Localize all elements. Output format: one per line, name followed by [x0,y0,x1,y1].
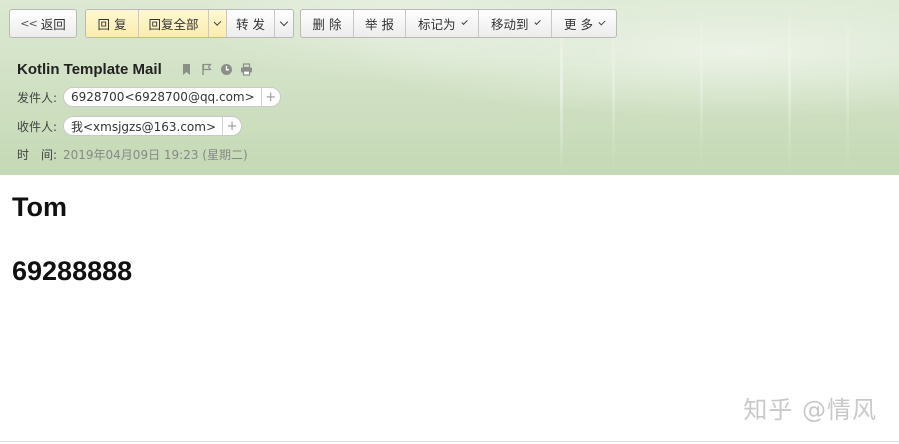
flag-icon[interactable] [200,63,213,76]
double-left-arrow-icon: << [20,17,37,30]
mail-toolbar: << 返回 回 复 回复全部 转 发 删 除 举 报 标记为 移动到 更 多 [9,9,623,38]
sender-address[interactable]: 6928700<6928700@qq.com> [64,90,261,104]
add-contact-icon[interactable]: + [222,117,241,135]
report-label: 举 报 [365,17,394,32]
add-contact-icon[interactable]: + [260,88,280,106]
more-label: 更 多 [564,17,593,32]
header-decoration [700,0,703,175]
actions-group: 删 除 举 报 标记为 移动到 更 多 [300,9,617,38]
recipient-address[interactable]: 我<xmsjgzs@163.com> [64,118,222,135]
forward-label: 转 发 [236,17,265,32]
time-value: 2019年04月09日 19:23 (星期二) [63,147,248,162]
reply-options-dropdown[interactable] [209,10,227,37]
sender-row: 发件人: 6928700<6928700@qq.com> + [17,86,281,108]
chevron-down-icon [533,18,541,25]
mark-as-dropdown[interactable]: 标记为 [406,10,479,37]
forward-button[interactable]: 转 发 [227,10,275,37]
header-decoration [846,0,849,175]
bookmark-icon[interactable] [180,63,193,76]
header-decoration [788,0,791,175]
watermark: 知乎 @情风 [743,396,877,424]
reply-label: 回 复 [97,17,127,32]
time-row: 时 间: 2019年04月09日 19:23 (星期二) [17,143,248,165]
reply-all-label: 回复全部 [148,17,199,32]
sender-chip[interactable]: 6928700<6928700@qq.com> + [63,87,281,107]
mail-body: Tom 69288888 [12,192,132,287]
chevron-down-icon [460,18,468,25]
recipient-row: 收件人: 我<xmsjgzs@163.com> + [17,115,243,137]
subject-row: Kotlin Template Mail [17,58,260,80]
mail-subject: Kotlin Template Mail [17,60,162,78]
mail-header: << 返回 回 复 回复全部 转 发 删 除 举 报 标记为 移动到 更 多 K… [0,0,899,175]
delete-label: 删 除 [312,17,342,32]
chevron-down-icon [213,17,222,26]
back-group: << 返回 [9,9,77,38]
chevron-down-icon [279,17,289,26]
delete-button[interactable]: 删 除 [301,10,354,37]
mark-as-label: 标记为 [418,17,456,32]
reply-group: 回 复 回复全部 转 发 [85,9,294,38]
back-button[interactable]: << 返回 [10,10,76,37]
report-button[interactable]: 举 报 [354,10,406,37]
body-line-number: 69288888 [12,256,133,286]
divider [0,441,899,442]
time-label: 时 间: [17,147,58,162]
recipient-label: 收件人: [17,119,58,134]
move-to-dropdown[interactable]: 移动到 [479,10,552,37]
recipient-chip[interactable]: 我<xmsjgzs@163.com> + [63,116,243,136]
reply-all-button[interactable]: 回复全部 [139,10,209,37]
body-line-name: Tom [12,192,67,222]
back-label: 返回 [40,17,66,32]
reply-button[interactable]: 回 复 [86,10,139,37]
forward-options-dropdown[interactable] [275,10,293,37]
move-to-label: 移动到 [491,17,529,32]
chevron-down-icon [598,17,606,26]
clock-icon[interactable] [220,63,233,76]
more-dropdown[interactable]: 更 多 [552,10,616,37]
print-icon[interactable] [240,62,253,76]
subject-icons [180,62,260,76]
sender-label: 发件人: [17,90,58,105]
